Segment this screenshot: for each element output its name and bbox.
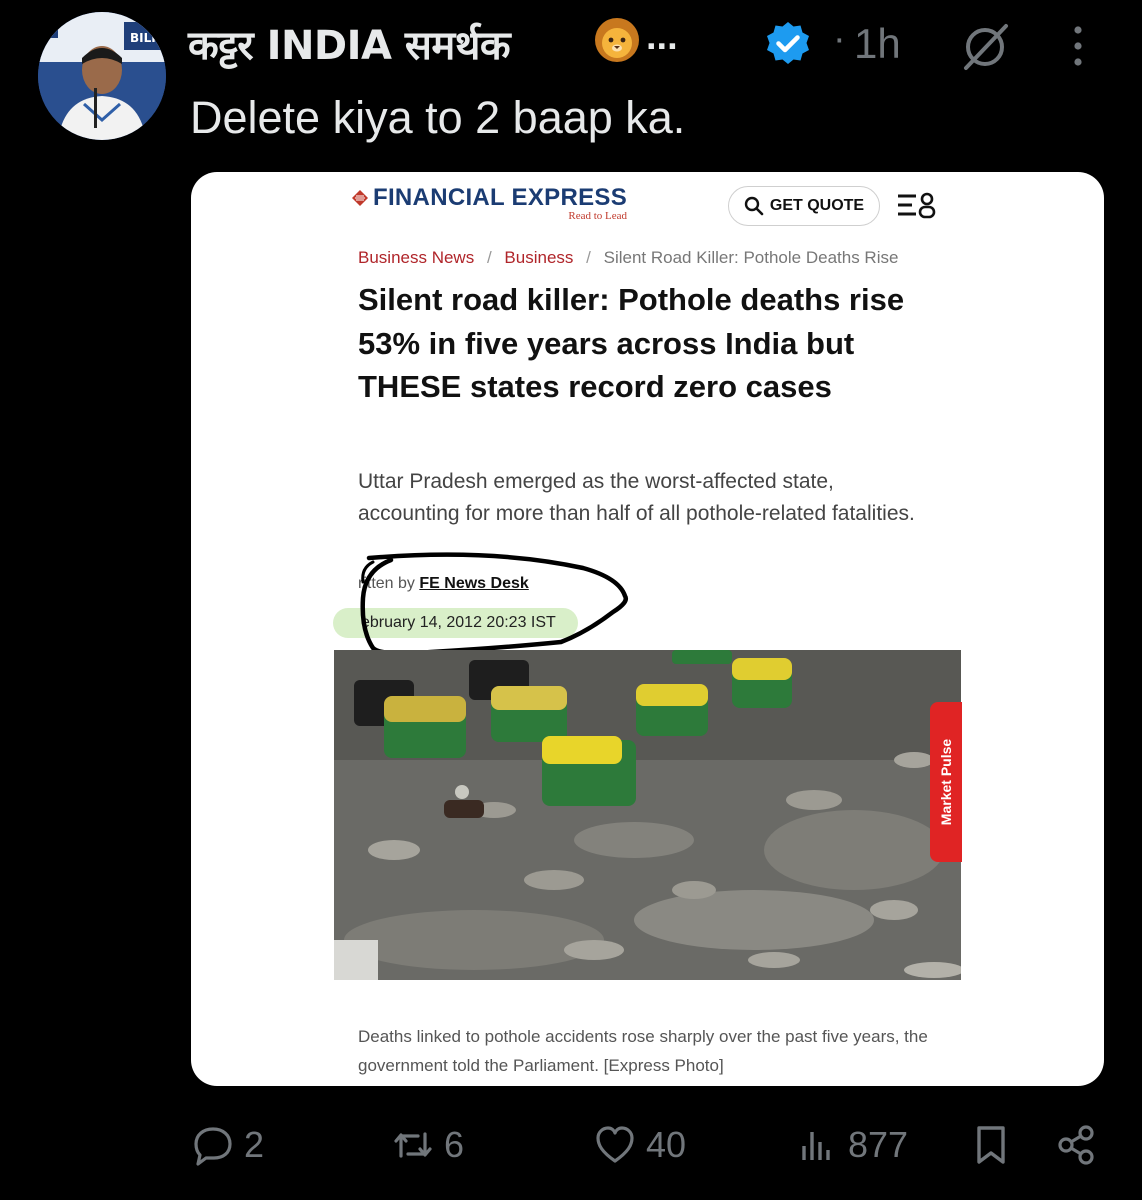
byline-author: FE News Desk	[419, 575, 529, 592]
breadcrumb-business: Business	[504, 248, 574, 267]
market-pulse-tab: Market Pulse	[930, 702, 962, 862]
post-actions: 2 6 40 877	[0, 1118, 1142, 1178]
heart-icon	[596, 1126, 634, 1163]
post-text: Delete kiya to 2 baap ka.	[190, 92, 686, 143]
name-truncation: ...	[646, 16, 678, 58]
breadcrumb-business-news: Business News	[358, 248, 475, 267]
breadcrumb: Business News / Business / Silent Road K…	[358, 248, 898, 268]
views-button[interactable]: 877	[796, 1124, 908, 1166]
get-quote-label: GET QUOTE	[769, 197, 865, 214]
reply-button[interactable]: 2	[192, 1124, 264, 1166]
author-name[interactable]: कट्टर INDIA समर्थक	[188, 16, 511, 71]
article-summary: Uttar Pradesh emerged as the worst-affec…	[358, 470, 915, 525]
post-header: कट्टर INDIA समर्थक ... · 1h	[188, 14, 1142, 70]
views-count: 877	[848, 1124, 909, 1165]
like-count: 40	[646, 1124, 687, 1165]
article-headline: Silent road killer: Pothole deaths rise …	[358, 282, 905, 404]
pothole-road-photo	[334, 650, 961, 980]
verified-badge-icon[interactable]	[764, 20, 812, 68]
breadcrumb-current: Silent Road Killer: Pothole Deaths Rise	[603, 248, 899, 267]
repost-icon	[394, 1132, 432, 1158]
market-pulse-label: Market Pulse	[938, 738, 954, 826]
svg-text:BILIN: BILIN	[130, 31, 166, 45]
breadcrumb-separator: /	[486, 248, 492, 267]
fe-diamond-icon	[352, 190, 368, 206]
breadcrumb-separator: /	[586, 248, 591, 267]
reply-icon	[194, 1127, 232, 1166]
bookmark-icon	[977, 1126, 1005, 1164]
repost-button[interactable]: 6	[392, 1124, 464, 1166]
byline-prefix: ritten by	[358, 575, 415, 592]
avatar[interactable]: BILIN	[38, 12, 166, 140]
share-button[interactable]	[1056, 1124, 1108, 1166]
article-photo	[334, 650, 961, 980]
menu-user-icon	[898, 192, 936, 219]
more-options-icon[interactable]	[1066, 22, 1090, 70]
lion-emoji-icon	[595, 18, 639, 62]
fe-logo: FINANCIAL EXPRESS Read to Lead	[351, 184, 627, 222]
photo-caption: Deaths linked to pothole accidents rose …	[358, 1027, 928, 1075]
fe-logo-name: FINANCIAL EXPRESS	[373, 184, 628, 211]
article-byline: ritten by FE News Desk	[358, 575, 529, 593]
post-time[interactable]: 1h	[854, 20, 901, 68]
get-quote-button: GET QUOTE	[728, 186, 880, 226]
avatar-image: BILIN	[38, 12, 166, 140]
views-chart-icon	[802, 1132, 830, 1160]
embedded-image[interactable]: FINANCIAL EXPRESS Read to Lead GET QUOTE…	[191, 172, 1104, 1086]
like-button[interactable]: 40	[594, 1124, 686, 1166]
article-date: ebruary 14, 2012 20:23 IST	[333, 608, 578, 638]
separator-dot: ·	[833, 18, 846, 60]
repost-count: 6	[444, 1124, 465, 1165]
bookmark-button[interactable]	[970, 1124, 1022, 1166]
share-icon	[1058, 1125, 1094, 1165]
reply-count: 2	[244, 1124, 265, 1165]
search-icon	[744, 196, 764, 216]
grok-icon[interactable]	[958, 18, 1014, 74]
